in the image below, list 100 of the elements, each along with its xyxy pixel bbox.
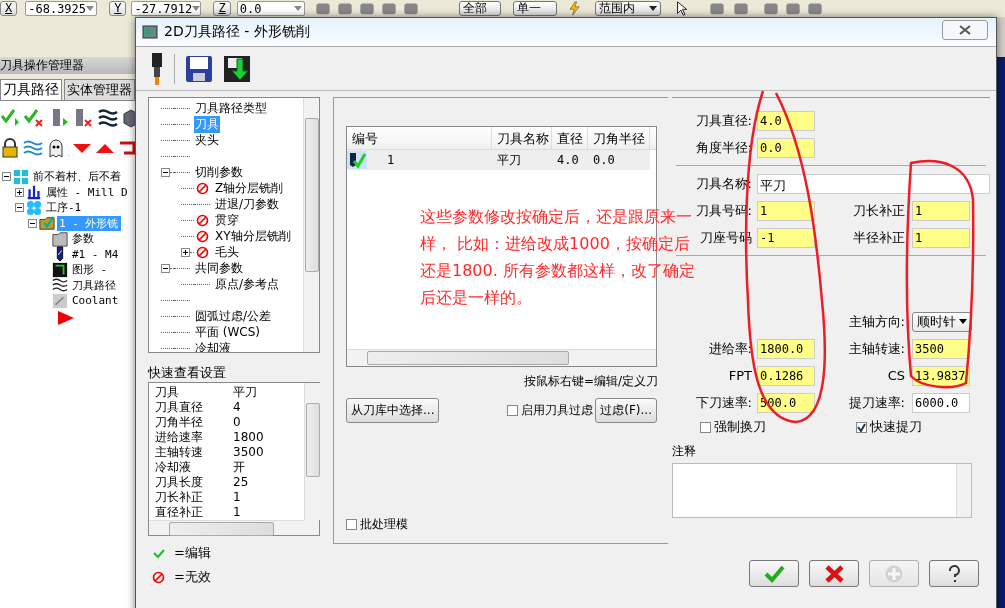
- input-field[interactable]: 4.0: [757, 110, 815, 131]
- scrollbar[interactable]: [304, 383, 320, 520]
- panel-tab[interactable]: 实体管理器: [64, 79, 135, 100]
- tree-item[interactable]: Z轴分层铣削: [214, 179, 285, 197]
- coordinate-field[interactable]: -27.7912: [131, 1, 202, 16]
- mode-dropdown[interactable]: 全部: [458, 1, 501, 16]
- tree-item[interactable]: 毛头: [214, 243, 240, 261]
- input-field[interactable]: 平刀: [757, 173, 990, 194]
- field-label: 提刀速率:: [848, 393, 905, 412]
- tree-item[interactable]: 圆弧过虑/公差: [194, 307, 273, 325]
- expander-icon[interactable]: [161, 167, 170, 177]
- close-icon: [959, 25, 971, 35]
- panel-tab[interactable]: 刀具路径: [0, 79, 62, 100]
- input-field[interactable]: 0.1286: [757, 365, 815, 386]
- checkbox-label[interactable]: 强制换刀: [714, 418, 766, 436]
- column-header[interactable]: 刀角半径: [588, 127, 650, 149]
- column-header[interactable]: 直径: [552, 127, 588, 149]
- setting-label: 刀具: [155, 385, 180, 400]
- field-label: 角度半径:: [695, 138, 752, 157]
- check-icon: [857, 422, 866, 432]
- checkbox[interactable]: [856, 421, 867, 433]
- axis-button[interactable]: X: [0, 1, 18, 16]
- checkbox[interactable]: [700, 421, 711, 433]
- check-icon: [152, 547, 166, 559]
- input-field[interactable]: 1: [912, 227, 970, 248]
- expander-icon[interactable]: [15, 203, 24, 213]
- column-header[interactable]: 刀具名称: [492, 127, 552, 149]
- setting-value: 25: [233, 475, 250, 490]
- window-title: 2D刀具路径 - 外形铣削: [164, 23, 310, 41]
- input-field[interactable]: 3500: [912, 338, 970, 359]
- coordinate-field[interactable]: -68.3925: [25, 1, 98, 16]
- input-field[interactable]: 1: [912, 200, 970, 221]
- coordinate-field[interactable]: 0.0: [236, 1, 305, 16]
- field-label: 注释: [672, 443, 697, 460]
- tree-item[interactable]: 前不着村、后不着: [31, 169, 123, 185]
- tool-holder-icon[interactable]: [150, 51, 164, 86]
- setting-value: 1: [233, 505, 242, 520]
- tree-item[interactable]: 参数: [70, 231, 96, 247]
- tree-item[interactable]: 刀具路径类型: [194, 99, 268, 117]
- tree-item[interactable]: 原点/参考点: [214, 275, 281, 293]
- tree-item[interactable]: 贯穿: [214, 211, 240, 229]
- field-label: 主轴方向:: [848, 312, 905, 331]
- tree-item[interactable]: 工序-1: [44, 200, 84, 216]
- input-field[interactable]: 13.9837: [912, 365, 970, 386]
- tree-item[interactable]: #1 - M4: [70, 247, 121, 261]
- column-header[interactable]: 编号: [347, 127, 492, 149]
- check-cross-icon[interactable]: [23, 108, 43, 128]
- expander-icon[interactable]: [15, 187, 24, 197]
- tree-item[interactable]: 切削参数: [194, 163, 244, 181]
- tree-item[interactable]: 共同参数: [194, 259, 244, 277]
- prohibited-icon: [196, 229, 209, 243]
- insert-arrow-icon: [58, 309, 74, 326]
- input-field[interactable]: 0.0: [757, 137, 815, 158]
- axis-button[interactable]: Y: [109, 1, 127, 16]
- scrollbar[interactable]: [956, 464, 971, 517]
- tree-item[interactable]: 进退/刀参数: [214, 195, 281, 213]
- scrollbar[interactable]: [303, 98, 319, 352]
- checkbox[interactable]: [346, 519, 357, 530]
- expander-icon[interactable]: [2, 172, 11, 182]
- tree-item[interactable]: 图形 -: [70, 262, 110, 278]
- scrollbar[interactable]: [347, 349, 656, 366]
- tree-item[interactable]: XY轴分层铣削: [214, 227, 292, 245]
- checkbox-label[interactable]: 快速提刀: [870, 418, 922, 436]
- expander-icon[interactable]: [28, 218, 37, 228]
- filter-button[interactable]: 过虑(F)...: [595, 398, 657, 423]
- tree-item[interactable]: 平面 (WCS): [194, 323, 262, 341]
- checkbox-label[interactable]: 启用刀具过虑: [521, 402, 594, 419]
- mode-dropdown[interactable]: 单一: [512, 1, 557, 16]
- input-field[interactable]: 1800.0: [757, 338, 815, 359]
- ghost-icon[interactable]: [46, 138, 66, 158]
- tree-item[interactable]: 刀具路径: [70, 277, 118, 293]
- tree-item[interactable]: Coolant: [70, 294, 121, 308]
- tree-item[interactable]: 属性 - Mill D: [44, 184, 130, 200]
- window-icon: [142, 25, 158, 39]
- checkbox[interactable]: [507, 405, 519, 416]
- input-field[interactable]: 6000.0: [912, 392, 970, 413]
- ok-button[interactable]: [749, 560, 799, 587]
- prohibited-icon: [196, 213, 209, 227]
- library-button[interactable]: 从刀库中选择...: [346, 398, 440, 423]
- input-field[interactable]: -1: [757, 227, 815, 248]
- save-icon[interactable]: [185, 54, 213, 83]
- cancel-button[interactable]: [809, 560, 859, 587]
- field-label: 刀长补正: [853, 201, 905, 220]
- machine-group-icon: [26, 199, 42, 216]
- input-field[interactable]: 1: [757, 200, 815, 221]
- tree-item[interactable]: 夹头: [194, 131, 220, 149]
- checkbox-label[interactable]: 批处理模: [360, 516, 408, 533]
- waves-icon[interactable]: [98, 108, 118, 128]
- mode-dropdown[interactable]: 范围内: [594, 1, 661, 16]
- scrollbar[interactable]: [149, 520, 304, 535]
- check-play-icon[interactable]: [0, 108, 20, 128]
- help-button[interactable]: [929, 560, 979, 587]
- expander-icon[interactable]: [161, 263, 170, 273]
- close-button[interactable]: [942, 20, 988, 40]
- setting-label: 刀具直径: [155, 400, 204, 415]
- axis-button[interactable]: Z: [213, 1, 231, 16]
- lock-icon[interactable]: [0, 138, 20, 158]
- expander-icon[interactable]: [181, 247, 190, 257]
- direction-dropdown[interactable]: 顺时针: [912, 311, 972, 332]
- comment-field[interactable]: [672, 463, 972, 518]
